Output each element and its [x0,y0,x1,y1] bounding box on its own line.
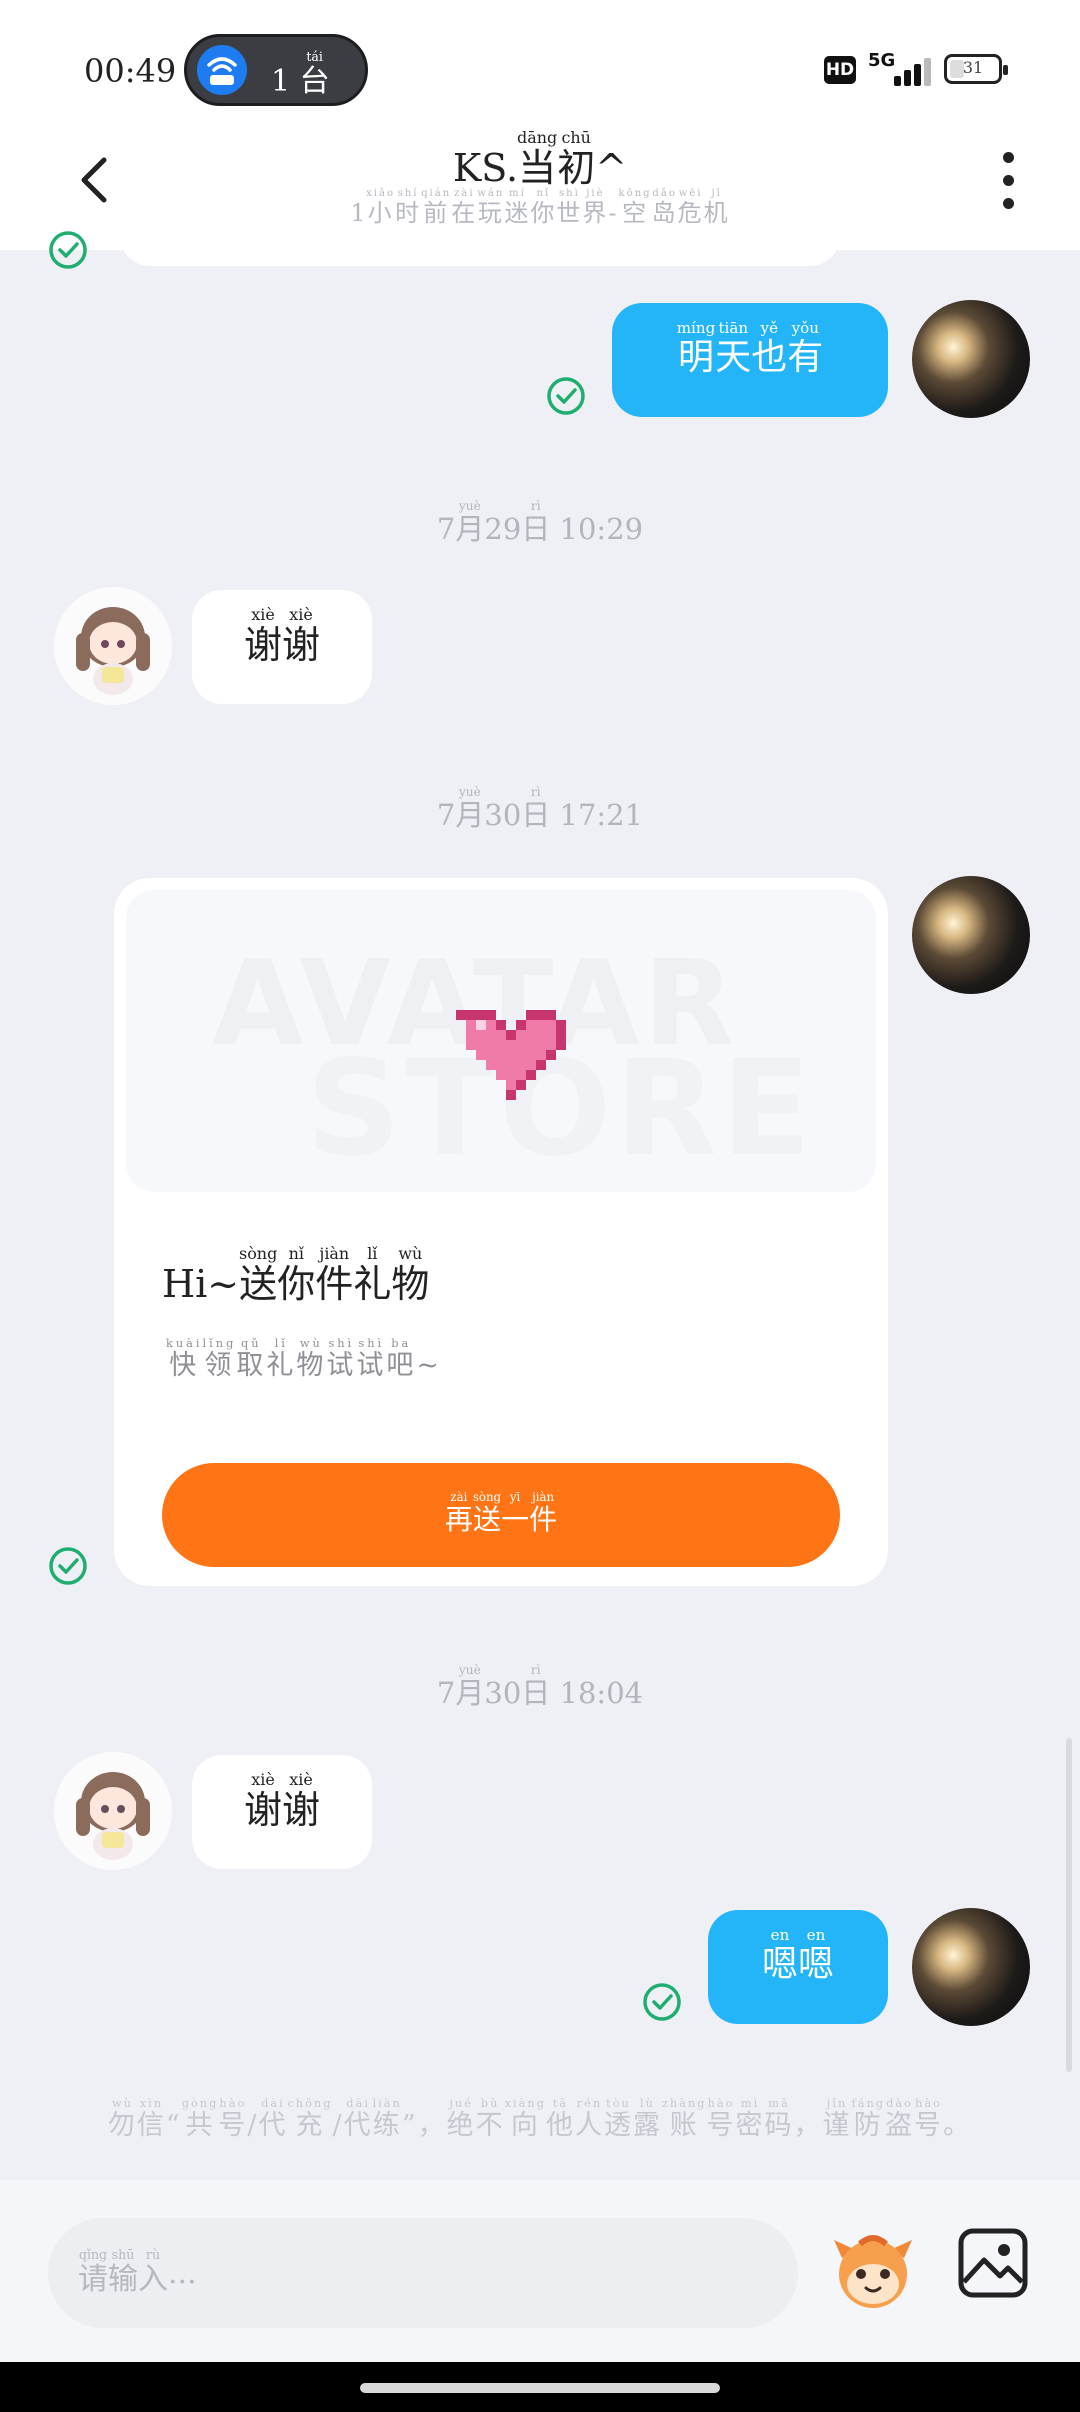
image-gallery-icon[interactable] [956,2226,1030,2300]
my-avatar[interactable] [912,1908,1030,2026]
gift-subtitle: 快kuài领lǐng取qǔ礼lǐ物wù试shì试shì吧ba~ [166,1336,442,1381]
timestamp: 7月yuè30日rì 17:21 [436,785,644,832]
battery-percent: 31 [962,58,984,77]
home-indicator[interactable] [360,2383,720,2393]
signal-bars-icon [882,56,931,86]
my-avatar[interactable] [912,300,1030,418]
hd-voice-indicator: HD [824,56,856,84]
check-circle-icon [49,1547,87,1585]
router-icon [197,45,247,95]
message-bubble-incoming[interactable]: 谢xiè谢xiè [192,590,372,704]
status-bar: 00:49 1 台tái HD 5G 31 [0,0,1080,130]
battery-icon: 31 [944,54,1008,84]
system-nav-bar [0,2362,1080,2412]
more-vertical-icon[interactable] [998,152,1018,222]
connected-devices-pill[interactable]: 1 台tái [184,34,368,106]
contact-avatar[interactable] [54,1752,172,1870]
check-circle-icon [643,1983,681,2021]
contact-status: 1小xiǎo时shí前qián在zài玩wán迷mí你nǐ世shì界jiè-空k… [350,188,730,227]
timestamp: 7月yuè29日rì 10:29 [436,499,644,546]
message-bubble-outgoing[interactable]: 嗯en嗯en [708,1910,888,2024]
message-bubble-outgoing[interactable]: 明míng天tiān也yě有yǒu [612,303,888,417]
previous-message-bubble [120,230,840,266]
gift-title: Hi~送sòng你nǐ件jiàn礼lǐ物wù [162,1244,430,1306]
check-circle-icon [49,231,87,269]
status-time: 00:49 [84,52,177,90]
message-list[interactable]: 明míng天tiān也yě有yǒu 7月yuè29日rì 10:29 谢xiè谢… [0,230,1080,2180]
timestamp: 7月yuè30日rì 18:04 [436,1663,644,1710]
contact-avatar[interactable] [54,587,172,705]
scrollbar[interactable] [1066,1738,1072,2072]
contact-name[interactable]: KS.当dāng初chū^ [0,128,1080,192]
pixel-heart-icon [456,1010,566,1100]
input-bar: 请qǐng输shū入rù... [0,2180,1080,2362]
gift-card[interactable]: AVATAR STORE Hi~送sòng你nǐ件jiàn礼lǐ物wù 快kuà… [114,878,888,1586]
emoji-sticker-icon[interactable] [830,2228,916,2314]
check-circle-icon [547,377,585,415]
message-bubble-incoming[interactable]: 谢xiè谢xiè [192,1755,372,1869]
device-unit: 台tái [299,49,330,99]
device-count: 1 [271,64,291,99]
message-input[interactable]: 请qǐng输shū入rù... [48,2218,798,2328]
gift-image: AVATAR STORE [126,890,876,1192]
send-another-gift-button[interactable]: 再zài送sòng一yī件jiàn [162,1463,840,1567]
my-avatar[interactable] [912,876,1030,994]
security-notice: 勿wù信xìn“共gòng号hào/代dài充chōng/代dài练liàn”，… [107,2096,973,2141]
